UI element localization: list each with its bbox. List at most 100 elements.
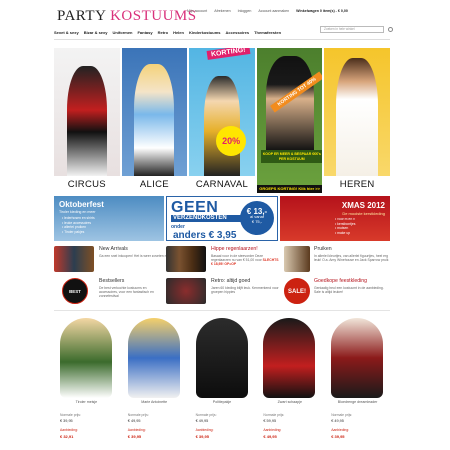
model-figure — [134, 64, 175, 176]
bestseller-badge: BEST SELLER — [62, 278, 88, 320]
search-input[interactable]: Zoeken in hele winkel — [320, 26, 384, 33]
normal-price: € 59,95 — [263, 419, 277, 423]
nav-item-helen[interactable]: Helen — [173, 30, 184, 36]
category-heren[interactable]: HEREN — [324, 48, 390, 193]
category-image — [121, 48, 188, 176]
promo-subtitle: De mooiste kerstkleding — [342, 211, 385, 216]
nav-item-fantasy[interactable]: Fantasy — [137, 30, 152, 36]
normal-price-label: Normale prijs: — [195, 413, 217, 417]
promo-bullet: • Tiroler pakjes — [62, 229, 85, 234]
product-card[interactable]: Bloedrenge dreamleader Normale prijs: € … — [325, 318, 390, 450]
sale-price: € 49,95 — [263, 434, 277, 439]
feature-desc-text: Basaal voor in de steevorder Deze regenl… — [211, 254, 264, 263]
promo-bullets: • voor m en v • kerstbontjes • mutsen • … — [335, 217, 355, 235]
discount-percent-badge: 20% — [216, 126, 247, 156]
category-image — [54, 48, 120, 176]
product-image[interactable] — [263, 318, 316, 398]
nav-item-accessoires[interactable]: Accessoires — [226, 30, 250, 36]
product-name[interactable]: Politiepakje — [190, 400, 255, 404]
korting-badge: KORTING! — [206, 48, 251, 60]
shipping-seal: € 13,- al vanaf € 75,- — [240, 201, 274, 235]
feature-thumbnail — [284, 246, 310, 272]
category-image: KORTING TOT 40% KOOP ER MEER & BESPAAR €… — [256, 48, 323, 185]
link-register[interactable]: Account aanmaken — [258, 9, 289, 13]
product-image[interactable] — [60, 318, 112, 398]
normal-price: € 49,95 — [195, 419, 209, 423]
nav-item-retro[interactable]: Retro — [158, 30, 168, 36]
feature-grid: New Arrivals Ga een snel inkoopen! Het i… — [54, 246, 390, 320]
seal-threshold: € 75,- — [251, 219, 263, 224]
promo-bullet: • make up — [335, 230, 351, 235]
normal-price-label: Normale prijs: — [331, 413, 353, 417]
feature-title: Goedkope feestkleding — [314, 278, 368, 284]
category-groeps[interactable]: KORTING TOT 40% KOOP ER MEER & BESPAAR €… — [256, 48, 323, 193]
category-carnaval[interactable]: KORTING! 20% CARNAVAL — [189, 48, 255, 193]
product-image[interactable] — [127, 318, 180, 398]
link-login[interactable]: Inloggen — [238, 9, 252, 13]
sale-badge: SALE! — [284, 278, 310, 304]
category-image — [324, 48, 390, 176]
sale-price: € 39,95 — [331, 434, 345, 439]
promo-xmas[interactable]: XMAS 2012 De mooiste kerstkleding • voor… — [280, 196, 390, 241]
sale-price-label: Aanbieding: — [263, 428, 282, 432]
nav-item-themafeesten[interactable]: Themafeesten — [254, 30, 281, 36]
feature-description: Geniaalig heul een kostuumt in de aanbie… — [314, 286, 384, 295]
sale-price: € 39,95 — [195, 434, 209, 439]
normal-price-label: Normale prijs: — [60, 413, 81, 417]
promo-bullets: • lederhosen en shirts • leuke accessoir… — [62, 216, 95, 234]
product-card[interactable]: Marie Antoinette Normale prijs: € 49,95 … — [122, 318, 187, 450]
normal-price-label: Normale prijs: — [127, 413, 149, 417]
promo-title: XMAS 2012 — [341, 201, 385, 210]
model-figure — [336, 58, 379, 176]
product-name[interactable]: Marie Antoinette — [122, 400, 187, 404]
product-name[interactable]: Tiroler meisje — [54, 400, 119, 404]
product-card[interactable]: Politiepakje Normale prijs: € 49,95 Aanb… — [190, 318, 255, 450]
category-label: CARNAVAL — [189, 176, 255, 193]
category-banner: CIRCUS ALICE KORTING! 20% CARNAVAL KORTI… — [54, 48, 390, 193]
category-alice[interactable]: ALICE — [121, 48, 188, 193]
feature-pruiken[interactable]: Pruiken In allerlei kleurtjes, van aller… — [284, 246, 390, 274]
nav-item-bizar[interactable]: Bizar & sexy — [84, 30, 108, 36]
link-checkout[interactable]: Afrekenen — [214, 9, 230, 13]
promo-oktoberfest[interactable]: Oktoberfest Tiroler kleding en meer • le… — [54, 196, 164, 241]
promo-verzendkosten: VERZENDKOSTEN — [171, 215, 241, 222]
product-card[interactable]: Tiroler meisje Normale prijs: € 39,95 Aa… — [54, 318, 119, 450]
normal-price: € 49,95 — [331, 419, 344, 423]
product-image[interactable] — [195, 318, 248, 398]
sale-price-label: Aanbieding: — [127, 428, 146, 432]
promo-bullet: • voor m en v — [335, 217, 355, 221]
logo-text-kostuums: KOSTUUMS — [110, 8, 197, 24]
nav-item-kinderkostuums[interactable]: Kinderkostuums — [189, 30, 221, 36]
feature-thumbnail — [166, 246, 206, 272]
category-label: HEREN — [324, 176, 390, 193]
search-icon[interactable] — [388, 27, 393, 32]
site-logo[interactable]: PARTY KOSTUUMS — [57, 8, 197, 25]
product-name[interactable]: Zwart schaapje — [257, 400, 322, 404]
product-image[interactable] — [331, 318, 384, 398]
feature-description: In allerlei kleurtjes, van allerlei figu… — [314, 254, 389, 263]
feature-description: Basaal voor in de steevorder Deze regenl… — [211, 254, 281, 267]
product-card[interactable]: Zwart schaapje Normale prijs: € 59,95 Aa… — [257, 318, 322, 450]
nav-item-uniformen[interactable]: Uniformen — [112, 30, 132, 36]
logo-text-party: PARTY — [57, 8, 111, 24]
groeps-korting-link[interactable]: GROEPS KORTING! Klik hier >> — [256, 185, 323, 193]
feature-goedkope[interactable]: SALE! Goedkope feestkleding Geniaalig he… — [284, 278, 390, 306]
product-grid: Tiroler meisje Normale prijs: € 39,95 Aa… — [54, 318, 390, 450]
normal-price: € 49,95 — [127, 419, 141, 423]
promo-price: anders € 3,95 — [173, 230, 237, 241]
promo-free-shipping[interactable]: GEEN VERZENDKOSTEN onder anders € 3,95 €… — [166, 196, 278, 241]
category-circus[interactable]: CIRCUS — [54, 48, 120, 193]
promo-subtitle: Tiroler kleding en meer — [59, 210, 96, 214]
sale-price-label: Aanbieding: — [60, 428, 78, 432]
normal-price: € 39,95 — [60, 419, 73, 423]
nav-divider — [54, 39, 390, 40]
top-links: Mijn account Afrekenen Inloggen Account … — [187, 9, 348, 13]
promo-title: Oktoberfest — [59, 200, 104, 209]
nav-item-sexet[interactable]: Sexet & sexy — [54, 30, 79, 36]
cart-link[interactable]: Winkelwagen 0 item(s) - € 0,00 — [296, 9, 348, 13]
feature-title: New Arrivals — [99, 246, 128, 252]
link-my-account[interactable]: Mijn account — [187, 9, 207, 13]
product-name[interactable]: Bloedrenge dreamleader — [325, 400, 390, 404]
feature-title: Bestsellers — [99, 278, 125, 284]
feature-description: De best verkochte kostuums en accessoire… — [99, 286, 154, 299]
